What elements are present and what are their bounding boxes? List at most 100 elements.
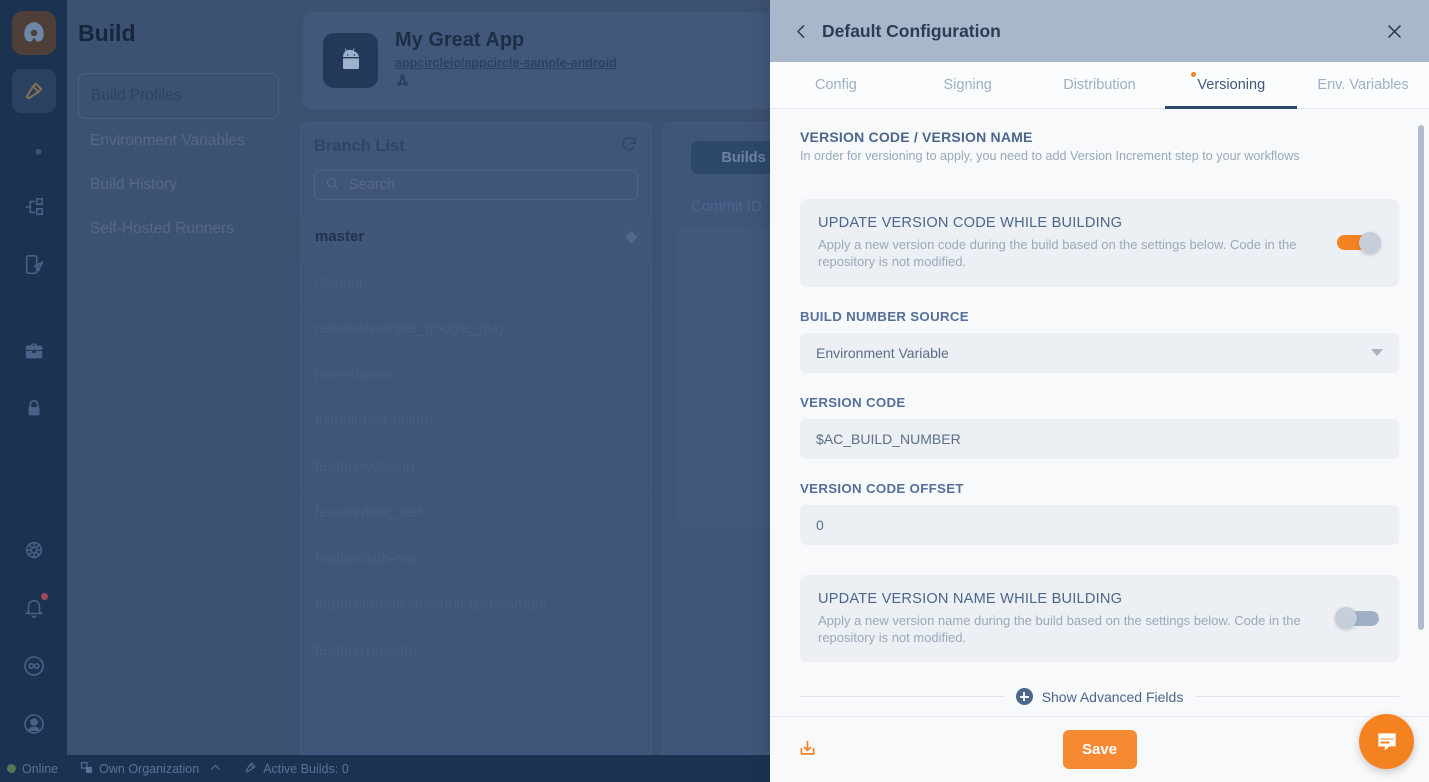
organization-icon bbox=[80, 761, 93, 777]
chevron-down-icon bbox=[1371, 349, 1383, 357]
status-online: Online bbox=[7, 762, 58, 776]
rail-item-enterprise[interactable] bbox=[12, 329, 56, 373]
tab-label: Signing bbox=[943, 77, 992, 93]
sidebar-item-self-hosted-runners[interactable]: Self-Hosted Runners bbox=[78, 207, 279, 251]
build-number-source-label: BUILD NUMBER SOURCE bbox=[800, 308, 969, 324]
tab-signing[interactable]: Signing bbox=[902, 62, 1034, 108]
update-version-code-description: Apply a new version code during the buil… bbox=[818, 237, 1297, 270]
drawer-header: Default Configuration bbox=[770, 0, 1429, 62]
status-organization[interactable]: Own Organization bbox=[80, 761, 222, 777]
close-icon[interactable] bbox=[1381, 18, 1407, 44]
branch-list-item[interactable]: feature/sub-org bbox=[301, 535, 651, 581]
update-version-code-card: UPDATE VERSION CODE WHILE BUILDING Apply… bbox=[800, 199, 1399, 287]
show-advanced-fields-button[interactable]: Show Advanced Fields bbox=[1015, 688, 1184, 706]
branch-list-title: Branch List bbox=[314, 137, 405, 155]
rail-item-distribution[interactable] bbox=[12, 185, 56, 229]
sidebar-item-label: Self-Hosted Runners bbox=[90, 220, 234, 237]
user-avatar-icon[interactable] bbox=[12, 702, 56, 746]
tab-env-variables[interactable]: Env. Variables bbox=[1297, 62, 1429, 108]
active-builds-label: Active Builds: 0 bbox=[263, 761, 349, 776]
version-code-offset-value: 0 bbox=[816, 516, 824, 533]
refresh-icon[interactable] bbox=[620, 135, 638, 158]
download-icon[interactable] bbox=[790, 733, 824, 767]
branch-list-item[interactable]: master ◆ bbox=[301, 213, 651, 259]
branch-list-item[interactable]: release/sample_google_play bbox=[301, 305, 651, 351]
version-code-offset-field: VERSION CODE OFFSET 0 bbox=[800, 481, 1399, 545]
show-advanced-fields-row: Show Advanced Fields bbox=[800, 688, 1400, 706]
icon-rail bbox=[0, 0, 67, 782]
drawer-scrollbar-thumb[interactable] bbox=[1418, 125, 1424, 630]
tab-config[interactable]: Config bbox=[770, 62, 902, 108]
branch-list-item[interactable]: feature/repeato bbox=[301, 627, 651, 673]
tab-distribution[interactable]: Distribution bbox=[1034, 62, 1166, 108]
update-version-code-toggle[interactable] bbox=[1335, 231, 1381, 254]
android-icon bbox=[323, 33, 378, 88]
branch-name: master bbox=[315, 227, 365, 245]
drawer-footer: Save bbox=[770, 716, 1429, 782]
toggle-thumb bbox=[1335, 607, 1357, 630]
configuration-drawer: Default Configuration Config Signing Dis… bbox=[770, 0, 1429, 782]
webhook-icon[interactable] bbox=[395, 73, 617, 93]
chevron-left-icon[interactable] bbox=[788, 18, 814, 44]
sidebar-item-label: Build Profiles bbox=[91, 87, 182, 104]
tab-label: Distribution bbox=[1063, 77, 1136, 93]
sidebar-item-build-history[interactable]: Build History bbox=[78, 163, 279, 207]
page-title: Build bbox=[78, 20, 136, 46]
branch-name: feature/v2-sign bbox=[315, 458, 415, 475]
branch-name: fix/unit-test-failure bbox=[315, 412, 434, 429]
appcircle-logo-icon[interactable] bbox=[11, 11, 56, 55]
drawer-tabs: Config Signing Distribution Versioning E… bbox=[770, 62, 1429, 109]
update-version-name-title: UPDATE VERSION NAME WHILE BUILDING bbox=[818, 590, 1123, 607]
tab-label: Versioning bbox=[1197, 77, 1266, 93]
show-advanced-fields-label: Show Advanced Fields bbox=[1041, 688, 1184, 705]
settings-gear-icon[interactable] bbox=[12, 528, 56, 572]
rail-item-testing[interactable] bbox=[12, 243, 56, 287]
build-number-source-field: BUILD NUMBER SOURCE Environment Variable bbox=[800, 309, 1399, 373]
section-subtitle: In order for versioning to apply, you ne… bbox=[800, 149, 1300, 163]
branch-name: release/sample_google_play bbox=[315, 320, 506, 337]
branch-search-placeholder: Search bbox=[349, 177, 395, 193]
version-code-input[interactable]: $AC_BUILD_NUMBER bbox=[800, 418, 1399, 459]
branch-list-panel: Branch List Search master ◆ develop rele… bbox=[300, 122, 652, 755]
branch-name: feature/repeato bbox=[315, 642, 417, 659]
rail-item-build[interactable] bbox=[11, 69, 56, 113]
tab-label: Config bbox=[814, 77, 857, 93]
version-code-field: VERSION CODE $AC_BUILD_NUMBER bbox=[800, 395, 1399, 459]
update-version-name-card: UPDATE VERSION NAME WHILE BUILDING Apply… bbox=[800, 574, 1399, 663]
chevron-up-icon bbox=[209, 761, 222, 777]
branch-search-input[interactable]: Search bbox=[314, 170, 638, 200]
update-version-name-toggle[interactable] bbox=[1335, 607, 1381, 630]
rail-item-security[interactable] bbox=[12, 387, 56, 431]
sidebar-item-environment-variables[interactable]: Environment Variables bbox=[78, 119, 279, 163]
rail-item-signing[interactable] bbox=[12, 127, 56, 171]
divider-left bbox=[800, 696, 1004, 698]
drawer-title: Default Configuration bbox=[822, 20, 1001, 41]
notification-badge bbox=[40, 593, 48, 600]
app-root: Build Build Profiles Environment Variabl… bbox=[0, 0, 1429, 782]
binoculars-icon[interactable] bbox=[12, 644, 56, 688]
build-number-source-select[interactable]: Environment Variable bbox=[800, 332, 1399, 373]
search-icon bbox=[325, 176, 339, 194]
branch-list-item[interactable]: fix/unit-test-failure bbox=[301, 397, 651, 443]
branch-list-item[interactable]: feature/v2-sign bbox=[301, 443, 651, 489]
version-code-label: VERSION CODE bbox=[800, 394, 906, 410]
branch-list: master ◆ develop release/sample_google_p… bbox=[301, 213, 651, 673]
chat-bubble-icon[interactable] bbox=[1359, 714, 1414, 769]
build-number-source-value: Environment Variable bbox=[816, 344, 949, 361]
sidebar-item-label: Environment Variables bbox=[90, 132, 245, 149]
branch-list-item[interactable]: pre-release bbox=[301, 351, 651, 397]
app-name: My Great App bbox=[395, 28, 525, 51]
sidebar-item-build-profiles[interactable]: Build Profiles bbox=[78, 73, 279, 119]
drawer-body: VERSION CODE / VERSION NAME In order for… bbox=[770, 109, 1429, 716]
version-code-offset-input[interactable]: 0 bbox=[800, 504, 1399, 545]
branch-list-item[interactable]: feature/test_test bbox=[301, 489, 651, 535]
app-repository-link[interactable]: appcircleio/appcircle-sample-android bbox=[395, 56, 617, 70]
divider-right bbox=[1195, 696, 1400, 698]
tab-versioning[interactable]: Versioning bbox=[1165, 62, 1297, 109]
branch-list-item[interactable]: feature/robolectric-unit-test-sample bbox=[301, 581, 651, 627]
branch-name: pre-release bbox=[315, 366, 391, 383]
update-version-name-description: Apply a new version name during the buil… bbox=[818, 612, 1301, 645]
save-button[interactable]: Save bbox=[1062, 730, 1137, 769]
branch-list-item[interactable]: develop bbox=[301, 259, 651, 305]
notifications-bell-icon[interactable] bbox=[12, 586, 56, 630]
